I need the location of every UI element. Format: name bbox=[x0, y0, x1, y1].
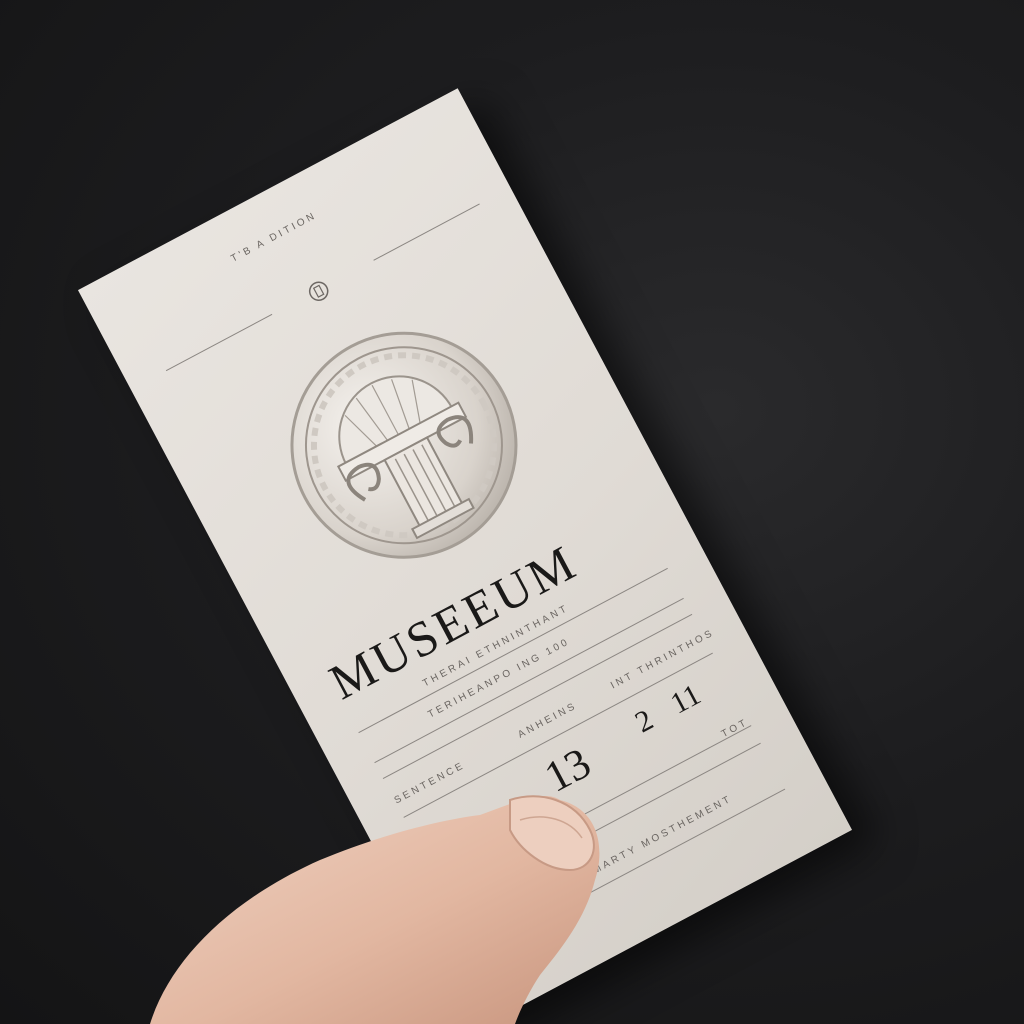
scene: T'B A DITION MUSEEUM THERAI ETHNINTHANT … bbox=[0, 0, 1024, 1024]
top-right-rule bbox=[373, 203, 480, 261]
ticket-number-right-2: 11 bbox=[665, 677, 707, 721]
corner-mark: TOT bbox=[719, 716, 751, 741]
info-label-mid: ANHEINS bbox=[516, 700, 580, 741]
ticket-footer-text: FRANCUOLLY MARTY MOSTHEMENT bbox=[500, 793, 735, 925]
rule-7 bbox=[475, 788, 786, 954]
ticket-top-label: T'B A DITION bbox=[229, 210, 319, 265]
small-emblem-icon bbox=[308, 281, 329, 301]
top-left-rule bbox=[165, 313, 273, 372]
museum-ticket: T'B A DITION MUSEEUM THERAI ETHNINTHANT … bbox=[77, 88, 853, 1024]
ticket-number-right-1: 2 bbox=[629, 703, 659, 740]
ticket-number-mid: 13 bbox=[536, 737, 599, 802]
ticket-number-left: 0 bbox=[431, 817, 475, 872]
